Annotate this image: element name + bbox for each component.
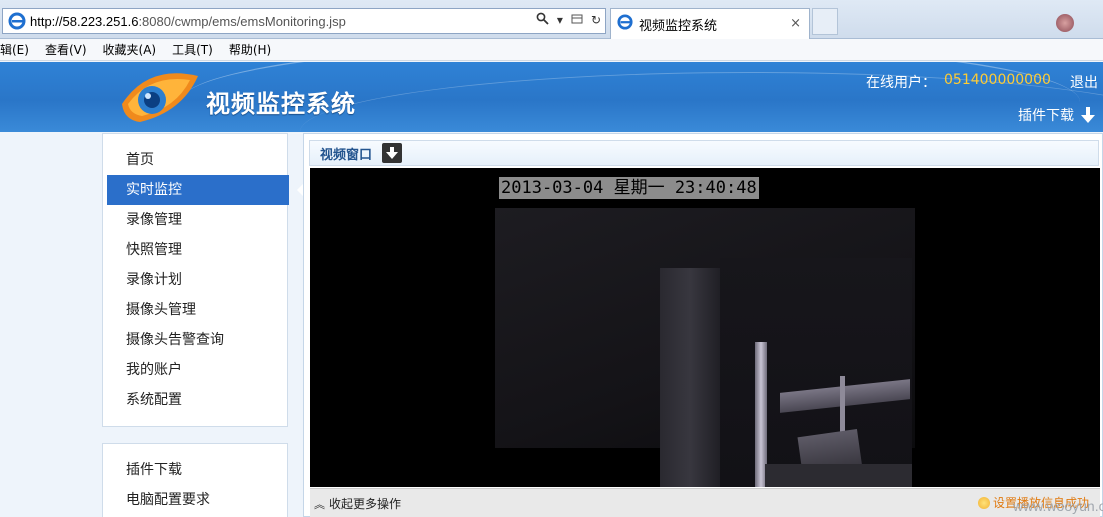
video-window-title: 视频窗口 <box>320 147 373 163</box>
menu-tools[interactable]: 工具(T) <box>172 41 213 58</box>
sidebar-item-snapshot[interactable]: 快照管理 <box>107 235 289 265</box>
ie-icon <box>6 10 28 32</box>
sidebar-item-recording[interactable]: 录像管理 <box>107 205 289 235</box>
plugin-download-label: 插件下载 <box>1018 108 1074 124</box>
tab-title: 视频监控系统 <box>639 18 718 34</box>
video-timestamp-overlay: 2013-03-04 星期一 23:40:48 <box>499 177 759 199</box>
sidebar-item-settings[interactable]: 系统配置 <box>107 385 289 415</box>
sidebar-item-record-plan[interactable]: 录像计划 <box>107 265 289 295</box>
sidebar-item-account[interactable]: 我的账户 <box>107 355 289 385</box>
compat-view-icon[interactable] <box>571 13 583 28</box>
system-title: 视频监控系统 <box>206 90 356 118</box>
lightbulb-icon <box>978 496 990 509</box>
video-panel: 视频窗口 2013-03-04 星期一 23:40:48 ︽ 收起更多操作 <box>303 133 1103 517</box>
sidebar-item-alarm-query[interactable]: 摄像头告警查询 <box>107 325 289 355</box>
search-icon[interactable] <box>536 12 549 28</box>
video-player[interactable]: 2013-03-04 星期一 23:40:48 <box>310 168 1100 487</box>
download-arrow-icon <box>1081 107 1095 123</box>
sidebar-item-camera[interactable]: 摄像头管理 <box>107 295 289 325</box>
sidebar-item-plugin-download[interactable]: 插件下载 <box>107 455 289 485</box>
sidebar-item-pc-requirements[interactable]: 电脑配置要求 <box>107 485 289 515</box>
browser-tab[interactable]: 视频监控系统 × <box>610 8 810 39</box>
menu-help[interactable]: 帮助(H) <box>229 41 271 58</box>
browser-toolbar: http://58.223.251.6:8080/cwmp/ems/emsMon… <box>0 0 1103 39</box>
new-tab-button[interactable] <box>812 8 838 35</box>
sidebar-item-home[interactable]: 首页 <box>107 145 289 175</box>
menu-view[interactable]: 查看(V) <box>45 41 87 58</box>
menu-bar: 辑(E) 查看(V) 收藏夹(A) 工具(T) 帮助(H) <box>0 39 1103 61</box>
address-tools: ▾ ↻ <box>536 12 601 28</box>
watermark: www.wooyun.org <box>1013 498 1103 514</box>
sidebar-item-live-monitor[interactable]: 实时监控 <box>107 175 289 205</box>
url-text: http://58.223.251.6:8080/cwmp/ems/emsMon… <box>30 14 346 29</box>
menu-favorites[interactable]: 收藏夹(A) <box>103 41 157 58</box>
dropdown-icon[interactable]: ▾ <box>557 13 563 27</box>
collapse-operations-link[interactable]: 收起更多操作 <box>329 495 401 512</box>
user-avatar-icon[interactable] <box>1056 14 1074 32</box>
menu-edit[interactable]: 辑(E) <box>0 41 29 58</box>
refresh-icon[interactable]: ↻ <box>591 13 601 27</box>
logout-link[interactable]: 退出 <box>1070 72 1098 92</box>
video-scene-floor <box>765 464 912 487</box>
close-tab-icon[interactable]: × <box>790 16 801 31</box>
url-host: http://58.223.251.6 <box>30 13 139 29</box>
sidebar-secondary-menu: 插件下载 电脑配置要求 <box>102 443 288 517</box>
url-path: :8080/cwmp/ems/emsMonitoring.jsp <box>138 13 346 29</box>
down-arrow-icon[interactable] <box>382 143 403 163</box>
video-scene-wall <box>660 268 720 487</box>
plugin-download-link[interactable]: 插件下载 <box>1018 105 1096 125</box>
eye-logo-icon <box>122 73 198 122</box>
video-panel-header: 视频窗口 <box>309 140 1099 166</box>
site-header: 视频监控系统 在线用户： 051400000000 退出 插件下载 <box>0 62 1103 132</box>
collapse-chevron-icon[interactable]: ︽ <box>314 496 325 512</box>
sidebar-main-menu: 首页 实时监控 录像管理 快照管理 录像计划 摄像头管理 摄像头告警查询 我的账… <box>102 133 289 427</box>
address-bar[interactable]: http://58.223.251.6:8080/cwmp/ems/emsMon… <box>2 8 606 34</box>
online-user-id: 051400000000 <box>944 72 1051 88</box>
online-user-label: 在线用户： <box>866 75 936 91</box>
ie-tab-icon <box>617 14 633 34</box>
